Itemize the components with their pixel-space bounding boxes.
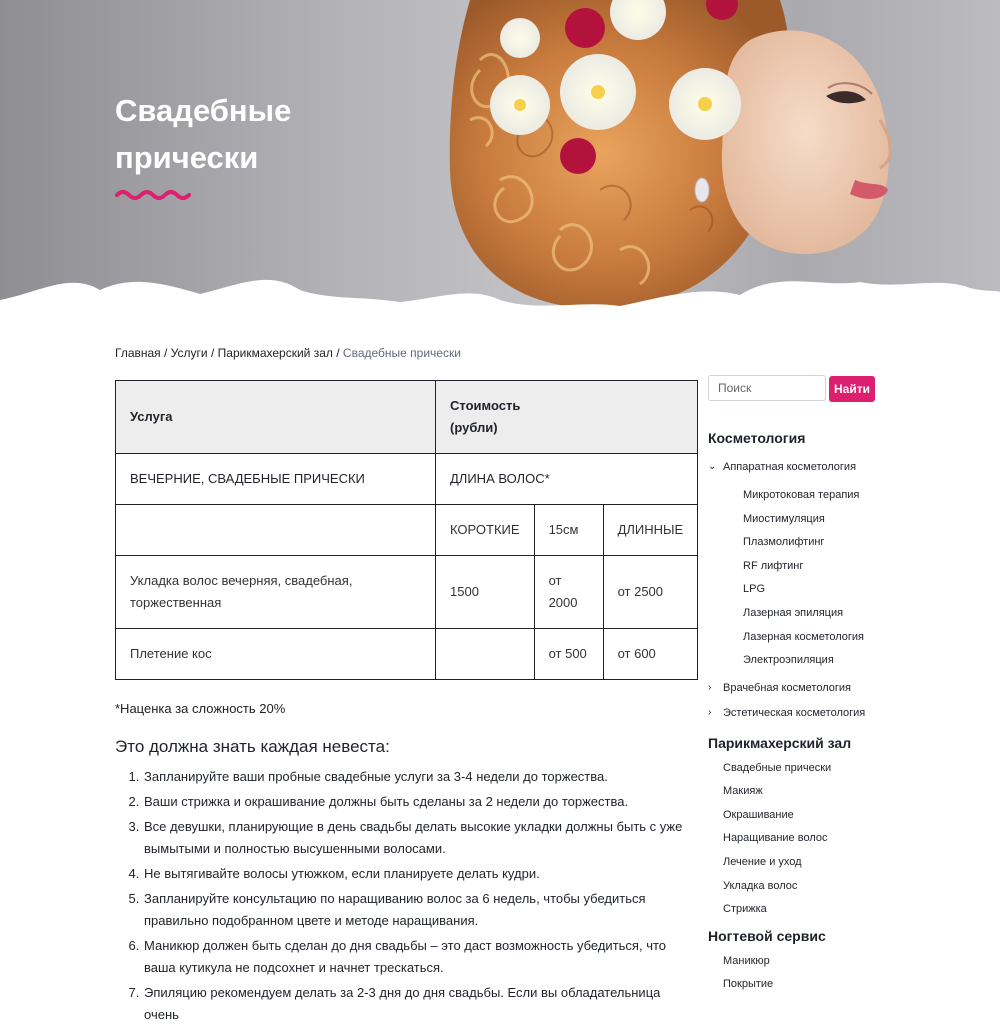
table-row: КОРОТКИЕ 15см ДЛИННЫЕ xyxy=(115,504,699,556)
breadcrumb-separator: / xyxy=(336,346,340,360)
breadcrumb-hair-salon[interactable]: Парикмахерский зал xyxy=(218,346,333,360)
list-item: Запланируйте консультацию по наращиванию… xyxy=(143,888,690,932)
table-cell: 15см xyxy=(533,504,604,556)
breadcrumb-services[interactable]: Услуги xyxy=(171,346,208,360)
bride-tips-list: Запланируйте ваши пробные свадебные услу… xyxy=(115,766,690,1029)
sidebar-heading-hair-salon[interactable]: Парикмахерский зал xyxy=(708,735,851,751)
table-row: Плетение кос от 500 от 600 xyxy=(115,628,699,680)
header-cost: Стоимость (рубли) xyxy=(434,380,699,454)
sidebar-heading-cosmetology[interactable]: Косметология xyxy=(708,430,805,446)
list-item: Эпиляцию рекомендуем делать за 2-3 дня д… xyxy=(143,982,690,1026)
table-cell: 1500 xyxy=(435,555,535,629)
list-item: Ваши стрижка и окрашивание должны быть с… xyxy=(143,791,690,813)
surcharge-note: *Наценка за сложность 20% xyxy=(115,701,286,716)
breadcrumb-separator: / xyxy=(164,346,168,360)
sidebar-subitem[interactable]: LPG xyxy=(743,583,765,595)
table-cell xyxy=(435,628,535,680)
bride-section-title: Это должна знать каждая невеста: xyxy=(115,737,390,756)
sidebar-subitem[interactable]: Микротоковая терапия xyxy=(743,489,859,501)
table-cell: ДЛИННЫЕ xyxy=(602,504,699,556)
sidebar-item[interactable]: Укладка волос xyxy=(723,880,797,892)
breadcrumb-home[interactable]: Главная xyxy=(115,346,161,360)
sidebar-item[interactable]: Лечение и уход xyxy=(723,856,802,868)
cell-line: 2000 xyxy=(548,595,578,610)
sidebar-subitem[interactable]: Электроэпиляция xyxy=(743,654,834,666)
table-cell: от 500 xyxy=(533,628,604,680)
breadcrumb-current: Свадебные прически xyxy=(342,346,461,360)
sidebar-subitem[interactable]: Миостимуляция xyxy=(743,513,825,525)
sidebar-item-hardware-cosmetology[interactable]: Аппаратная косметология xyxy=(723,461,856,473)
sidebar-item-aesthetic-cosmetology[interactable]: Эстетическая косметология xyxy=(723,707,865,719)
table-cell: Плетение кос xyxy=(115,628,436,680)
sidebar-item[interactable]: Стрижка xyxy=(723,903,767,915)
sidebar-item[interactable]: Макияж xyxy=(723,785,763,797)
hero-banner: Свадебные прически xyxy=(0,0,1000,330)
sidebar-subitem[interactable]: Лазерная косметология xyxy=(743,631,864,643)
header-cost-line1: Стоимость xyxy=(450,398,521,413)
list-item: Все девушки, планирующие в день свадьбы … xyxy=(143,816,690,860)
breadcrumb: Главная / Услуги / Парикмахерский зал / … xyxy=(115,346,461,360)
sidebar-item[interactable]: Маникюр xyxy=(723,955,770,967)
chevron-right-icon[interactable]: › xyxy=(708,682,711,693)
table-cell: КОРОТКИЕ xyxy=(435,504,535,556)
page-title-line2: прически xyxy=(115,139,259,175)
sidebar-subitem[interactable]: Лазерная эпиляция xyxy=(743,607,843,619)
table-cell: ДЛИНА ВОЛОС* xyxy=(434,453,699,505)
table-cell: Укладка волос вечерняя, свадебная, торже… xyxy=(115,555,436,629)
sidebar-subitem[interactable]: Плазмолифтинг xyxy=(743,536,824,548)
sidebar-item[interactable]: Окрашивание xyxy=(723,809,794,821)
table-cell: от 600 xyxy=(602,628,699,680)
chevron-down-icon[interactable]: ⌄ xyxy=(708,461,716,472)
cell-line: от xyxy=(548,573,562,588)
search-input[interactable] xyxy=(708,375,826,401)
page-title: Свадебные прически xyxy=(115,88,375,181)
price-table: Услуга Стоимость (рубли) ВЕЧЕРНИЕ, СВАДЕ… xyxy=(115,380,699,680)
sidebar-heading-nail-service[interactable]: Ногтевой сервис xyxy=(708,928,826,944)
breadcrumb-separator: / xyxy=(210,346,215,360)
sidebar-item[interactable]: Свадебные прически xyxy=(723,762,831,774)
sidebar-item[interactable]: Покрытие xyxy=(723,978,773,990)
table-cell xyxy=(115,504,436,556)
header-cost-line2: (рубли) xyxy=(450,420,498,435)
sidebar-item-medical-cosmetology[interactable]: Врачебная косметология xyxy=(723,682,851,694)
table-row: ВЕЧЕРНИЕ, СВАДЕБНЫЕ ПРИЧЕСКИ ДЛИНА ВОЛОС… xyxy=(115,453,699,505)
search-button[interactable]: Найти xyxy=(829,376,875,402)
page-title-line1: Свадебные xyxy=(115,93,292,128)
list-item: Не вытягивайте волосы утюжком, если план… xyxy=(143,863,690,885)
sidebar-subitem[interactable]: RF лифтинг xyxy=(743,560,803,572)
table-cell: от 2500 xyxy=(602,555,699,629)
cell-line: торжественная xyxy=(130,595,222,610)
table-cell: ВЕЧЕРНИЕ, СВАДЕБНЫЕ ПРИЧЕСКИ xyxy=(115,453,436,505)
table-header-row: Услуга Стоимость (рубли) xyxy=(115,380,699,454)
wave-underline-icon xyxy=(115,190,191,200)
header-service: Услуга xyxy=(115,380,436,454)
sidebar-item[interactable]: Наращивание волос xyxy=(723,832,827,844)
chevron-right-icon[interactable]: › xyxy=(708,707,711,718)
list-item: Запланируйте ваши пробные свадебные услу… xyxy=(143,766,690,788)
table-row: Укладка волос вечерняя, свадебная, торже… xyxy=(115,555,699,629)
table-cell: от 2000 xyxy=(533,555,604,629)
list-item: Маникюр должен быть сделан до дня свадьб… xyxy=(143,935,690,979)
cell-line: Укладка волос вечерняя, свадебная, xyxy=(130,573,353,588)
